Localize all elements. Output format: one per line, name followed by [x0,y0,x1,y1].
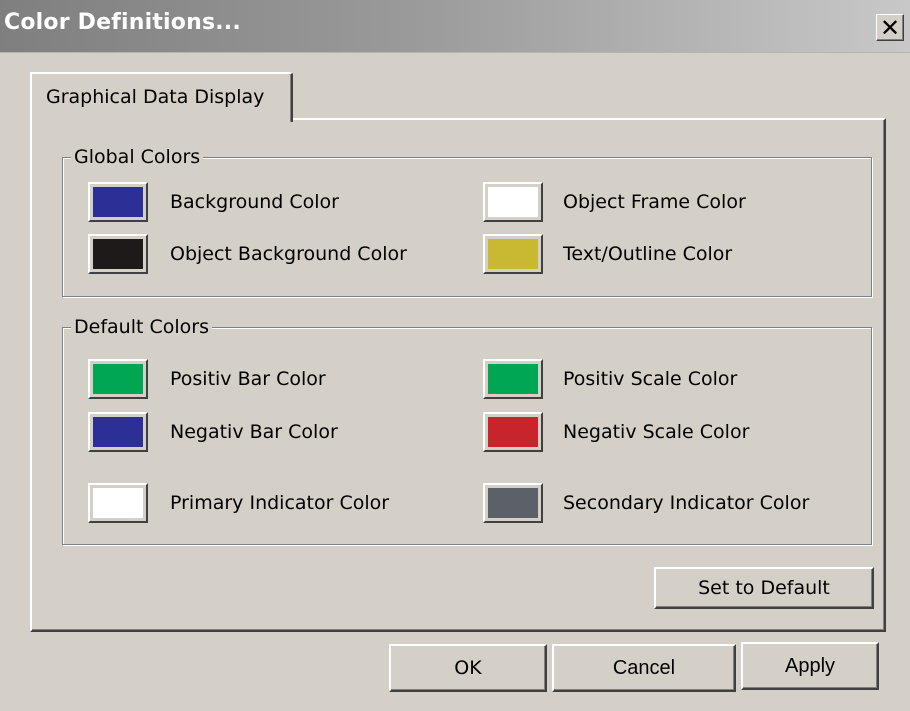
color-fill [93,417,143,447]
apply-label: Apply [784,654,836,677]
color-fill [488,488,538,518]
tab-label: Graphical Data Display [46,86,265,108]
ok-label: OK [454,657,482,679]
secondary-indicator-color-label: Secondary Indicator Color [563,492,810,514]
ok-button[interactable]: OK [389,644,547,692]
background-color-label: Background Color [170,191,339,213]
color-fill [488,187,538,217]
primary-indicator-color-swatch[interactable] [88,483,148,523]
tab-graphical-data-display[interactable]: Graphical Data Display [30,72,293,122]
positiv-bar-color-label: Positiv Bar Color [170,368,326,390]
close-button[interactable]: ✕ [876,14,904,41]
title-bar: Color Definitions... ✕ [0,0,910,53]
background-color-swatch[interactable] [88,182,148,222]
color-fill [93,187,143,217]
color-fill [488,364,538,394]
global-colors-group: Global Colors [62,145,872,297]
color-fill [93,364,143,394]
cancel-label: Cancel [612,656,676,679]
text-outline-color-label: Text/Outline Color [563,243,733,265]
group-legend: Global Colors [71,145,204,169]
set-to-default-button[interactable]: Set to Default [654,567,874,609]
window-title: Color Definitions... [4,10,241,35]
text-outline-color-swatch[interactable] [483,234,543,274]
object-frame-color-swatch[interactable] [483,182,543,222]
positiv-scale-color-label: Positiv Scale Color [563,368,738,390]
color-fill [93,488,143,518]
object-background-color-swatch[interactable] [88,234,148,274]
positiv-scale-color-swatch[interactable] [483,359,543,399]
negativ-bar-color-label: Negativ Bar Color [170,421,338,443]
positiv-bar-color-swatch[interactable] [88,359,148,399]
set-to-default-label: Set to Default [698,577,830,599]
color-fill [488,239,538,269]
negativ-bar-color-swatch[interactable] [88,412,148,452]
color-fill [93,239,143,269]
primary-indicator-color-label: Primary Indicator Color [170,492,390,514]
color-fill [488,417,538,447]
negativ-scale-color-label: Negativ Scale Color [563,421,750,443]
secondary-indicator-color-swatch[interactable] [483,483,543,523]
apply-button[interactable]: Apply [741,642,879,690]
group-legend: Default Colors [71,315,212,339]
cancel-button[interactable]: Cancel [552,644,736,692]
object-frame-color-label: Object Frame Color [563,191,746,213]
negativ-scale-color-swatch[interactable] [483,412,543,452]
object-background-color-label: Object Background Color [170,243,407,265]
close-icon: ✕ [879,13,901,42]
